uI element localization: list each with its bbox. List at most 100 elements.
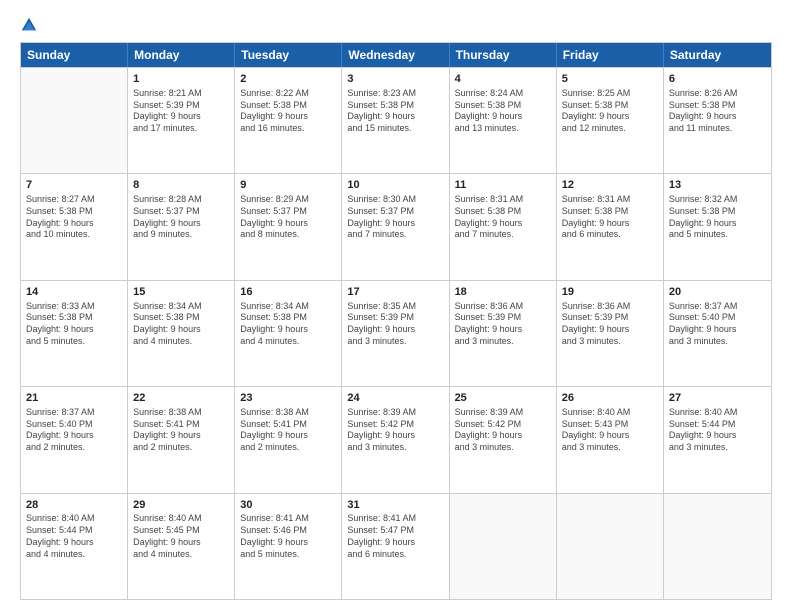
cell-info-line: Daylight: 9 hours bbox=[669, 218, 766, 230]
cell-info-line: Daylight: 9 hours bbox=[455, 430, 551, 442]
cell-info-line: Sunrise: 8:30 AM bbox=[347, 194, 443, 206]
cell-info-line: and 2 minutes. bbox=[26, 442, 122, 454]
calendar-body: 1Sunrise: 8:21 AMSunset: 5:39 PMDaylight… bbox=[21, 67, 771, 599]
cell-info-line: Sunrise: 8:38 AM bbox=[240, 407, 336, 419]
cell-info-line: and 3 minutes. bbox=[455, 442, 551, 454]
cell-info-line: Daylight: 9 hours bbox=[240, 537, 336, 549]
cell-info-line: and 3 minutes. bbox=[669, 442, 766, 454]
week-row-3: 21Sunrise: 8:37 AMSunset: 5:40 PMDayligh… bbox=[21, 386, 771, 492]
day-cell-1: 1Sunrise: 8:21 AMSunset: 5:39 PMDaylight… bbox=[128, 68, 235, 173]
cell-info-line: Sunset: 5:45 PM bbox=[133, 525, 229, 537]
day-number: 17 bbox=[347, 285, 443, 300]
cell-info-line: Daylight: 9 hours bbox=[669, 324, 766, 336]
day-cell-10: 10Sunrise: 8:30 AMSunset: 5:37 PMDayligh… bbox=[342, 174, 449, 279]
cell-info-line: Sunrise: 8:39 AM bbox=[455, 407, 551, 419]
weekday-header-sunday: Sunday bbox=[21, 43, 128, 67]
cell-info-line: and 3 minutes. bbox=[347, 336, 443, 348]
logo-icon bbox=[20, 16, 38, 34]
day-cell-27: 27Sunrise: 8:40 AMSunset: 5:44 PMDayligh… bbox=[664, 387, 771, 492]
cell-info-line: and 4 minutes. bbox=[240, 336, 336, 348]
day-number: 8 bbox=[133, 178, 229, 193]
day-number: 13 bbox=[669, 178, 766, 193]
day-cell-4: 4Sunrise: 8:24 AMSunset: 5:38 PMDaylight… bbox=[450, 68, 557, 173]
cell-info-line: Sunset: 5:43 PM bbox=[562, 419, 658, 431]
cell-info-line: and 12 minutes. bbox=[562, 123, 658, 135]
day-number: 10 bbox=[347, 178, 443, 193]
day-number: 11 bbox=[455, 178, 551, 193]
calendar: SundayMondayTuesdayWednesdayThursdayFrid… bbox=[20, 42, 772, 600]
cell-info-line: and 13 minutes. bbox=[455, 123, 551, 135]
day-number: 31 bbox=[347, 498, 443, 513]
cell-info-line: Daylight: 9 hours bbox=[240, 324, 336, 336]
logo bbox=[20, 16, 42, 34]
cell-info-line: Daylight: 9 hours bbox=[133, 111, 229, 123]
day-cell-9: 9Sunrise: 8:29 AMSunset: 5:37 PMDaylight… bbox=[235, 174, 342, 279]
day-cell-5: 5Sunrise: 8:25 AMSunset: 5:38 PMDaylight… bbox=[557, 68, 664, 173]
day-number: 5 bbox=[562, 72, 658, 87]
day-cell-12: 12Sunrise: 8:31 AMSunset: 5:38 PMDayligh… bbox=[557, 174, 664, 279]
cell-info-line: Daylight: 9 hours bbox=[455, 218, 551, 230]
day-cell-29: 29Sunrise: 8:40 AMSunset: 5:45 PMDayligh… bbox=[128, 494, 235, 599]
header bbox=[20, 16, 772, 34]
day-number: 4 bbox=[455, 72, 551, 87]
cell-info-line: Daylight: 9 hours bbox=[562, 430, 658, 442]
cell-info-line: Sunset: 5:44 PM bbox=[669, 419, 766, 431]
day-number: 21 bbox=[26, 391, 122, 406]
day-number: 23 bbox=[240, 391, 336, 406]
day-number: 24 bbox=[347, 391, 443, 406]
cell-info-line: Sunrise: 8:39 AM bbox=[347, 407, 443, 419]
cell-info-line: Sunset: 5:38 PM bbox=[562, 100, 658, 112]
cell-info-line: Daylight: 9 hours bbox=[240, 430, 336, 442]
cell-info-line: Daylight: 9 hours bbox=[455, 324, 551, 336]
cell-info-line: Sunset: 5:38 PM bbox=[669, 100, 766, 112]
day-number: 19 bbox=[562, 285, 658, 300]
day-cell-13: 13Sunrise: 8:32 AMSunset: 5:38 PMDayligh… bbox=[664, 174, 771, 279]
cell-info-line: and 7 minutes. bbox=[455, 229, 551, 241]
cell-info-line: Sunrise: 8:38 AM bbox=[133, 407, 229, 419]
cell-info-line: Daylight: 9 hours bbox=[669, 111, 766, 123]
day-number: 22 bbox=[133, 391, 229, 406]
cell-info-line: Sunrise: 8:29 AM bbox=[240, 194, 336, 206]
cell-info-line: Sunset: 5:38 PM bbox=[26, 206, 122, 218]
cell-info-line: and 5 minutes. bbox=[240, 549, 336, 561]
weekday-header-friday: Friday bbox=[557, 43, 664, 67]
day-number: 2 bbox=[240, 72, 336, 87]
cell-info-line: Sunrise: 8:23 AM bbox=[347, 88, 443, 100]
cell-info-line: and 4 minutes. bbox=[26, 549, 122, 561]
day-cell-23: 23Sunrise: 8:38 AMSunset: 5:41 PMDayligh… bbox=[235, 387, 342, 492]
cell-info-line: Sunset: 5:37 PM bbox=[347, 206, 443, 218]
cell-info-line: Sunrise: 8:40 AM bbox=[669, 407, 766, 419]
cell-info-line: Sunset: 5:47 PM bbox=[347, 525, 443, 537]
cell-info-line: Daylight: 9 hours bbox=[562, 111, 658, 123]
cell-info-line: and 3 minutes. bbox=[562, 336, 658, 348]
weekday-header-wednesday: Wednesday bbox=[342, 43, 449, 67]
cell-info-line: Sunset: 5:38 PM bbox=[133, 312, 229, 324]
cell-info-line: Daylight: 9 hours bbox=[455, 111, 551, 123]
cell-info-line: Daylight: 9 hours bbox=[26, 324, 122, 336]
day-cell-8: 8Sunrise: 8:28 AMSunset: 5:37 PMDaylight… bbox=[128, 174, 235, 279]
cell-info-line: Sunset: 5:39 PM bbox=[455, 312, 551, 324]
cell-info-line: Sunset: 5:38 PM bbox=[240, 312, 336, 324]
day-cell-21: 21Sunrise: 8:37 AMSunset: 5:40 PMDayligh… bbox=[21, 387, 128, 492]
cell-info-line: Sunrise: 8:24 AM bbox=[455, 88, 551, 100]
cell-info-line: Sunset: 5:38 PM bbox=[240, 100, 336, 112]
cell-info-line: Daylight: 9 hours bbox=[347, 537, 443, 549]
cell-info-line: Sunrise: 8:40 AM bbox=[562, 407, 658, 419]
cell-info-line: Sunset: 5:37 PM bbox=[240, 206, 336, 218]
day-cell-30: 30Sunrise: 8:41 AMSunset: 5:46 PMDayligh… bbox=[235, 494, 342, 599]
day-cell-24: 24Sunrise: 8:39 AMSunset: 5:42 PMDayligh… bbox=[342, 387, 449, 492]
week-row-2: 14Sunrise: 8:33 AMSunset: 5:38 PMDayligh… bbox=[21, 280, 771, 386]
cell-info-line: and 4 minutes. bbox=[133, 336, 229, 348]
cell-info-line: Sunrise: 8:36 AM bbox=[562, 301, 658, 313]
cell-info-line: Sunrise: 8:25 AM bbox=[562, 88, 658, 100]
cell-info-line: and 7 minutes. bbox=[347, 229, 443, 241]
cell-info-line: Sunset: 5:44 PM bbox=[26, 525, 122, 537]
cell-info-line: and 17 minutes. bbox=[133, 123, 229, 135]
cell-info-line: Daylight: 9 hours bbox=[240, 111, 336, 123]
cell-info-line: Sunset: 5:46 PM bbox=[240, 525, 336, 537]
cell-info-line: Sunrise: 8:31 AM bbox=[455, 194, 551, 206]
cell-info-line: Sunrise: 8:28 AM bbox=[133, 194, 229, 206]
day-number: 3 bbox=[347, 72, 443, 87]
cell-info-line: Sunrise: 8:22 AM bbox=[240, 88, 336, 100]
day-cell-6: 6Sunrise: 8:26 AMSunset: 5:38 PMDaylight… bbox=[664, 68, 771, 173]
